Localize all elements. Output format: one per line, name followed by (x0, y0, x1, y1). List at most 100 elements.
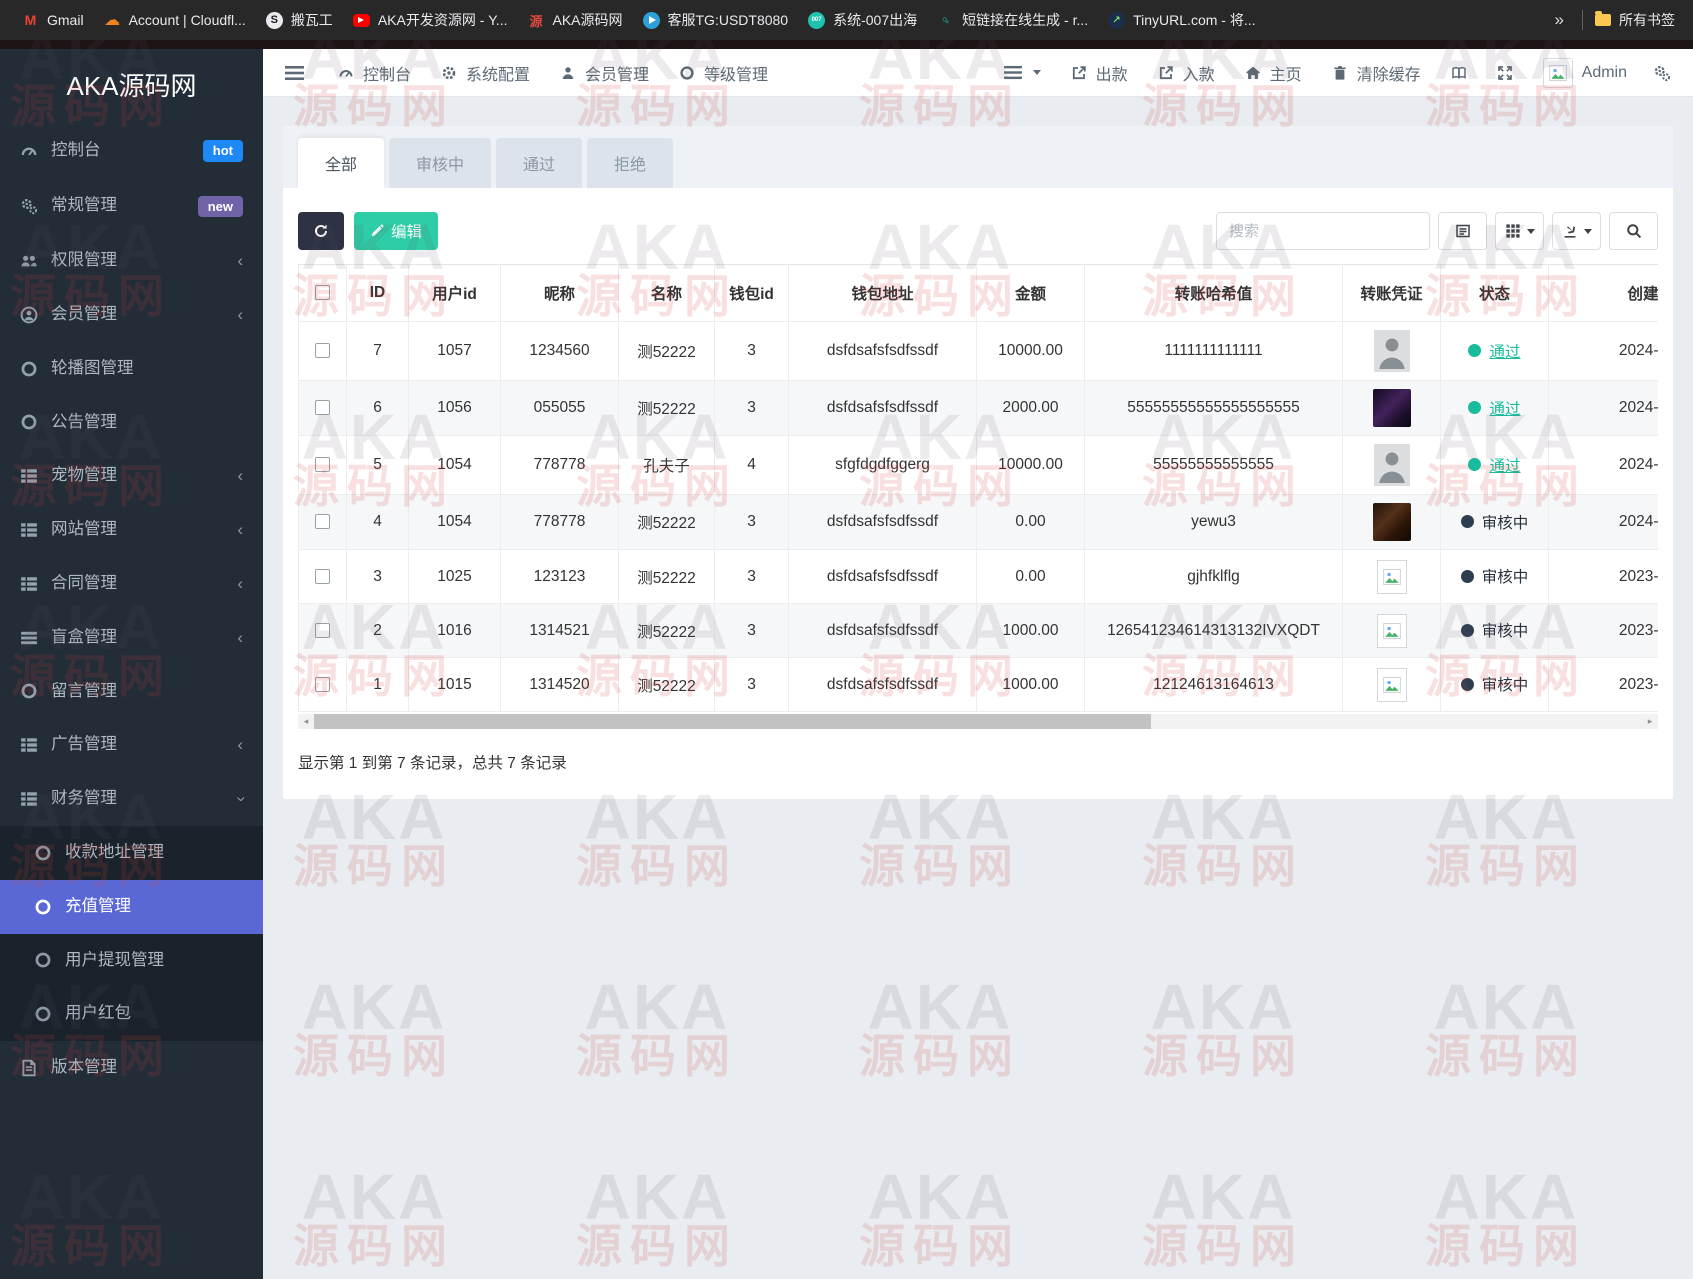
row-checkbox[interactable] (315, 568, 330, 584)
bookmark-label: AKA开发资源网 - Y... (377, 12, 508, 28)
column-header[interactable]: 昵称 (500, 264, 619, 322)
column-header[interactable]: 名称 (618, 264, 715, 322)
column-header[interactable]: 转账哈希值 (1084, 264, 1343, 322)
menu-list-toggle[interactable] (1003, 65, 1041, 80)
refresh-button[interactable] (298, 212, 344, 250)
row-checkbox[interactable] (315, 343, 330, 359)
topnav-action[interactable]: 入款 (1158, 61, 1215, 85)
bookmarks-overflow-chevron[interactable]: » (1549, 10, 1570, 30)
detail-view-button[interactable] (1438, 212, 1487, 250)
status-badge[interactable]: 通过 (1468, 454, 1521, 476)
column-header[interactable]: 状态 (1440, 264, 1549, 322)
column-header[interactable]: 用户id (408, 264, 501, 322)
tab[interactable]: 全部 (298, 138, 385, 188)
columns-toggle-button[interactable] (1495, 212, 1544, 250)
cell-wallet-id: 3 (714, 321, 789, 381)
column-header[interactable]: 钱包地址 (788, 264, 977, 322)
column-header[interactable]: 金额 (976, 264, 1085, 322)
cell-created: 2023-03-02 (1548, 549, 1658, 604)
bookmark[interactable]: 短链接在线生成 - r... (927, 5, 1098, 35)
all-bookmarks-button[interactable]: 所有书签 (1595, 10, 1679, 30)
row-checkbox[interactable] (315, 457, 330, 473)
sidebar-item[interactable]: 用户提现管理 (0, 933, 263, 988)
row-checkbox[interactable] (315, 400, 330, 416)
voucher-thumbnail[interactable] (1372, 503, 1411, 541)
bookmark[interactable]: 系统-007出海 (798, 5, 927, 35)
sidebar-item[interactable]: 宠物管理 (0, 449, 263, 503)
sidebar-item[interactable]: 充值管理 (0, 879, 263, 934)
topnav-item[interactable]: 控制台 (338, 61, 411, 85)
horizontal-scrollbar[interactable]: ◂ ▸ (298, 714, 1658, 729)
header-select-all (298, 264, 347, 322)
sidebar-item[interactable]: 财务管理 (0, 772, 263, 826)
cell-created: 2024-03-01 (1548, 494, 1658, 550)
sidebar-item[interactable]: 版本管理 (0, 1041, 263, 1095)
sidebar-item[interactable]: 收款地址管理 (0, 825, 263, 880)
status-badge[interactable]: 审核中 (1460, 511, 1528, 533)
voucher-thumbnail[interactable] (1373, 444, 1411, 486)
scroll-left-arrow[interactable]: ◂ (298, 714, 314, 729)
status-badge[interactable]: 审核中 (1460, 619, 1528, 641)
bookmark[interactable]: 搬瓦工 (256, 5, 343, 35)
search-input[interactable] (1216, 212, 1430, 250)
bookmark[interactable]: AKA源码网 (517, 5, 632, 35)
admin-avatar[interactable] (1542, 57, 1573, 88)
status-badge[interactable]: 通过 (1468, 340, 1521, 362)
topnav-action[interactable]: 清除缓存 (1332, 61, 1421, 85)
sidebar-item[interactable]: 常规管理 new (0, 179, 263, 235)
sidebar-item[interactable]: 权限管理 (0, 234, 263, 288)
sidebar-item[interactable]: 盲盒管理 (0, 611, 263, 665)
sidebar-item[interactable]: 控制台 hot (0, 123, 263, 179)
bookmark[interactable]: Account | Cloudfl... (94, 7, 256, 34)
sidebar-item[interactable]: 轮播图管理 (0, 342, 263, 396)
bookmark[interactable]: Gmail (12, 7, 94, 34)
voucher-thumbnail[interactable] (1372, 389, 1411, 427)
scrollbar-track[interactable] (314, 714, 1642, 729)
topnav-item[interactable]: 系统配置 (441, 61, 530, 85)
sidebar-item[interactable]: 用户红包 (0, 987, 263, 1042)
sidebar-toggle-button[interactable] (285, 65, 304, 81)
scroll-right-arrow[interactable]: ▸ (1642, 714, 1658, 729)
admin-menu[interactable]: Admin (1582, 64, 1627, 82)
voucher-thumbnail[interactable] (1376, 613, 1407, 648)
search-button[interactable] (1609, 212, 1658, 250)
row-checkbox[interactable] (315, 676, 330, 692)
voucher-thumbnail[interactable] (1376, 667, 1407, 702)
settings-gears-icon[interactable] (1653, 64, 1671, 82)
topnav-item[interactable]: 等级管理 (679, 61, 768, 85)
sidebar-item[interactable]: 会员管理 (0, 288, 263, 342)
sidebar-item[interactable]: 留言管理 (0, 665, 263, 719)
app-logo[interactable]: AKA源码网 (0, 49, 263, 119)
row-checkbox[interactable] (315, 514, 330, 530)
bookmark[interactable]: 客服TG:USDT8080 (633, 5, 799, 35)
topnav-action[interactable]: 主页 (1245, 61, 1302, 85)
select-all-checkbox[interactable] (315, 285, 330, 301)
status-badge[interactable]: 审核中 (1460, 565, 1528, 587)
sidebar-item[interactable]: 合同管理 (0, 557, 263, 611)
fullscreen-icon[interactable] (1497, 65, 1513, 81)
voucher-thumbnail[interactable] (1376, 559, 1407, 594)
column-header[interactable]: 转账凭证 (1342, 264, 1441, 322)
table-toolbar: 编辑 (298, 212, 1658, 250)
edit-button[interactable]: 编辑 (354, 212, 439, 250)
tab[interactable]: 拒绝 (587, 138, 674, 188)
sidebar-item[interactable]: 广告管理 (0, 718, 263, 772)
language-icon[interactable] (1451, 65, 1467, 81)
column-header[interactable]: ID (346, 264, 409, 322)
column-header[interactable]: 创建时间 (1548, 264, 1658, 322)
status-badge[interactable]: 通过 (1468, 397, 1521, 419)
topnav-action[interactable]: 出款 (1071, 61, 1128, 85)
tab[interactable]: 通过 (496, 138, 583, 188)
scrollbar-thumb[interactable] (314, 714, 1151, 729)
row-checkbox[interactable] (315, 622, 330, 638)
topnav-item[interactable]: 会员管理 (560, 61, 649, 85)
sidebar-item[interactable]: 网站管理 (0, 503, 263, 557)
sidebar-item[interactable]: 公告管理 (0, 396, 263, 450)
bookmark[interactable]: TinyURL.com - 将... (1098, 5, 1265, 35)
status-badge[interactable]: 审核中 (1460, 673, 1528, 695)
column-header[interactable]: 钱包id (714, 264, 789, 322)
tab[interactable]: 审核中 (389, 138, 492, 188)
bookmark[interactable]: AKA开发资源网 - Y... (343, 5, 518, 35)
export-button[interactable] (1552, 212, 1601, 250)
voucher-thumbnail[interactable] (1373, 330, 1411, 372)
